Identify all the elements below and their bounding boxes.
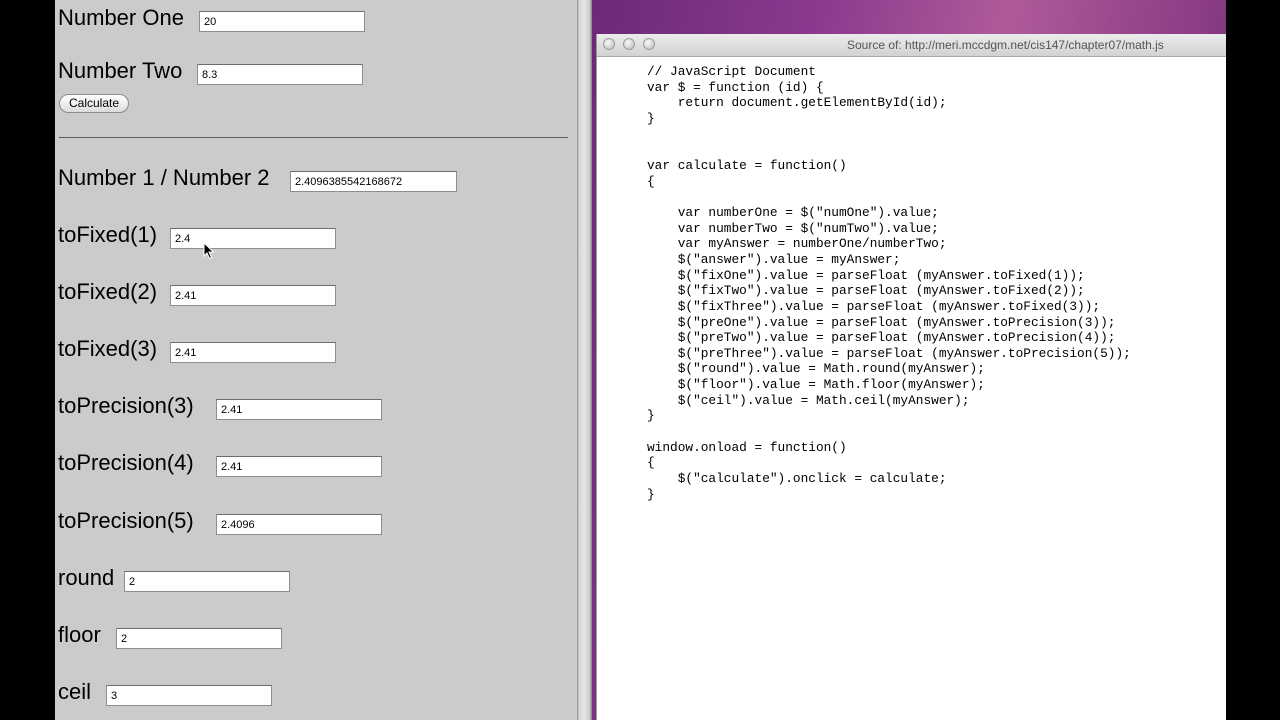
toprecision3-label: toPrecision(3) <box>58 393 194 418</box>
round-output[interactable]: 2 <box>124 571 290 592</box>
toprecision4-label: toPrecision(4) <box>58 450 194 475</box>
window-splitter[interactable] <box>577 0 592 720</box>
letterbox-left <box>0 0 55 720</box>
ceil-label: ceil <box>58 679 92 704</box>
tofixed2-output[interactable]: 2.41 <box>170 285 336 306</box>
zoom-button-icon[interactable] <box>643 38 655 50</box>
toprecision5-output[interactable]: 2.4096 <box>216 514 382 535</box>
toprecision4-output[interactable]: 2.41 <box>216 456 382 477</box>
quotient-output[interactable]: 2.4096385542168672 <box>290 171 457 192</box>
floor-output[interactable]: 2 <box>116 628 282 649</box>
tofixed2-label: toFixed(2) <box>58 279 158 304</box>
quotient-label: Number 1 / Number 2 <box>58 165 270 190</box>
ceil-output[interactable]: 3 <box>106 685 272 706</box>
floor-label: floor <box>58 622 101 647</box>
tofixed3-label: toFixed(3) <box>58 336 158 361</box>
calculator-page: Number One 20 Number Two 8.3 Calculate N… <box>55 0 577 720</box>
number-one-input[interactable]: 20 <box>199 11 365 32</box>
close-button-icon[interactable] <box>603 38 615 50</box>
minimize-button-icon[interactable] <box>623 38 635 50</box>
tofixed3-output[interactable]: 2.41 <box>170 342 336 363</box>
tofixed1-label: toFixed(1) <box>58 222 158 247</box>
letterbox-right <box>1226 0 1280 720</box>
round-label: round <box>58 565 115 590</box>
window-titlebar[interactable]: Source of: http://meri.mccdgm.net/cis147… <box>597 34 1227 57</box>
source-viewer-window: Source of: http://meri.mccdgm.net/cis147… <box>596 34 1227 720</box>
source-code: // JavaScript Document var $ = function … <box>647 64 1131 502</box>
number-two-input[interactable]: 8.3 <box>197 64 363 85</box>
calculate-button[interactable]: Calculate <box>59 94 129 113</box>
window-title: Source of: http://meri.mccdgm.net/cis147… <box>847 38 1164 52</box>
number-one-label: Number One <box>58 5 184 30</box>
tofixed1-output[interactable]: 2.4 <box>170 228 336 249</box>
toprecision3-output[interactable]: 2.41 <box>216 399 382 420</box>
toprecision5-label: toPrecision(5) <box>58 508 194 533</box>
arrow-pointer-icon <box>203 242 215 260</box>
number-two-label: Number Two <box>58 58 183 83</box>
section-divider <box>59 137 568 138</box>
